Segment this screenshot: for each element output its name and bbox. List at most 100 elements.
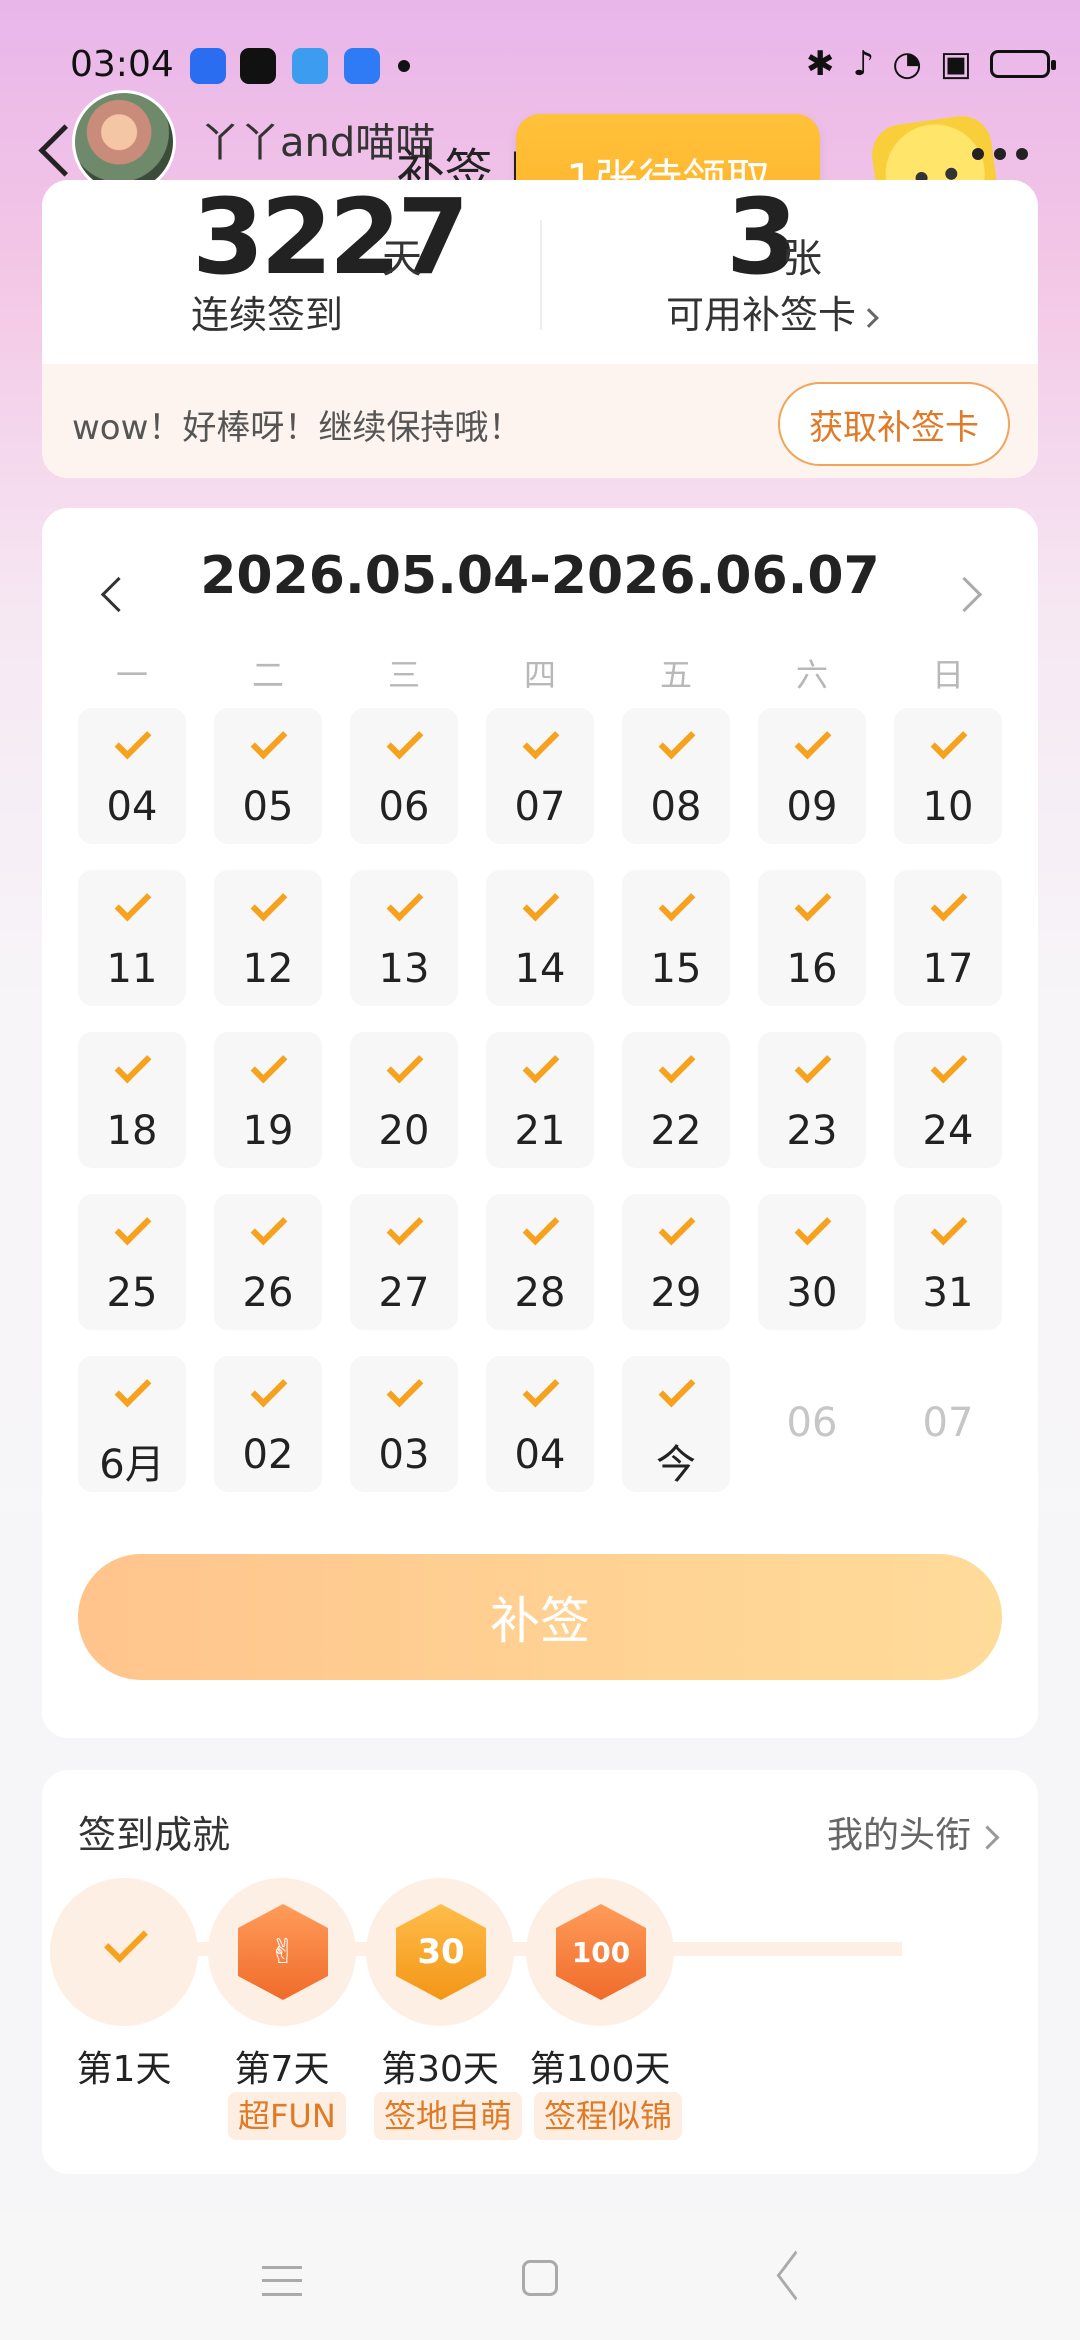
day-number: 05 — [242, 784, 294, 830]
encourage-bar: wow！好棒呀！继续保持哦！ 获取补签卡 — [42, 364, 1038, 478]
check-icon — [114, 722, 152, 760]
day-number: 09 — [786, 784, 838, 830]
check-icon — [114, 1208, 152, 1246]
next-range-button[interactable] — [948, 562, 988, 622]
status-time: 03:04 — [70, 44, 174, 85]
more-button[interactable] — [972, 148, 1028, 160]
calendar-day[interactable]: 27 — [350, 1194, 458, 1330]
check-icon — [658, 1370, 696, 1408]
get-makeup-card-button[interactable]: 获取补签卡 — [778, 382, 1010, 466]
check-icon — [658, 1046, 696, 1084]
day-number: 31 — [922, 1270, 974, 1316]
battery-icon — [990, 50, 1056, 78]
check-icon — [386, 1046, 424, 1084]
weather-app-icon — [292, 48, 328, 84]
calendar-day[interactable]: 04 — [486, 1356, 594, 1492]
calendar-day[interactable]: 13 — [350, 870, 458, 1006]
calendar-day[interactable]: 04 — [78, 708, 186, 844]
check-icon — [250, 1370, 288, 1408]
calendar-day[interactable]: 15 — [622, 870, 730, 1006]
status-icons: ✱ ♪ ◔ ▣ — [806, 44, 1056, 84]
calendar-day[interactable]: 12 — [214, 870, 322, 1006]
calendar-day[interactable]: 14 — [486, 870, 594, 1006]
calendar-day[interactable]: 16 — [758, 870, 866, 1006]
calendar-day[interactable]: 23 — [758, 1032, 866, 1168]
check-icon — [386, 884, 424, 922]
day-number: 23 — [786, 1108, 838, 1154]
calendar-day[interactable]: 26 — [214, 1194, 322, 1330]
makeup-card-unit: 张 — [782, 236, 822, 282]
calendar-day[interactable]: 18 — [78, 1032, 186, 1168]
check-icon — [930, 1208, 968, 1246]
days-100-badge-icon: 100 — [556, 1904, 646, 2000]
calendar-day[interactable]: 22 — [622, 1032, 730, 1168]
calendar-day[interactable]: 6月 — [78, 1356, 186, 1492]
recent-apps-button[interactable] — [262, 2266, 302, 2296]
day-number: 19 — [242, 1108, 294, 1154]
makeup-card-label-row: 可用补签卡 — [522, 284, 1020, 339]
calendar-day[interactable]: 06 — [758, 1356, 866, 1492]
day-number: 26 — [242, 1270, 294, 1316]
achievement-circle — [50, 1878, 198, 2026]
day-number: 21 — [514, 1108, 566, 1154]
day-number: 04 — [106, 784, 158, 830]
weekday-label: 五 — [659, 656, 692, 694]
day-number: 02 — [242, 1432, 294, 1478]
calendar-day[interactable]: 今 — [622, 1356, 730, 1492]
calendar-day[interactable]: 11 — [78, 870, 186, 1006]
notification-dot-icon — [398, 60, 410, 72]
day-number: 30 — [786, 1270, 838, 1316]
day-number: 15 — [650, 946, 702, 992]
weekday-label: 日 — [931, 656, 964, 694]
baidu-app-icon — [190, 48, 226, 84]
calendar-day[interactable]: 31 — [894, 1194, 1002, 1330]
check-icon — [386, 1370, 424, 1408]
calendar-day[interactable]: 08 — [622, 708, 730, 844]
calendar-day[interactable]: 30 — [758, 1194, 866, 1330]
calendar-day[interactable]: 21 — [486, 1032, 594, 1168]
day-number: 22 — [650, 1108, 702, 1154]
mute-icon: ♪ — [852, 44, 875, 84]
achievements-title: 签到成就 — [78, 1813, 231, 1857]
calendar-day[interactable]: 20 — [350, 1032, 458, 1168]
check-icon — [522, 722, 560, 760]
calendar-day[interactable]: 03 — [350, 1356, 458, 1492]
calendar-day[interactable]: 25 — [78, 1194, 186, 1330]
check-icon — [522, 884, 560, 922]
makeup-card-stat[interactable]: 3 张 可用补签卡 — [540, 180, 1038, 360]
calendar-day[interactable]: 05 — [214, 708, 322, 844]
sim-icon: ▣ — [939, 44, 972, 84]
calendar-day[interactable]: 07 — [486, 708, 594, 844]
calendar-day[interactable]: 09 — [758, 708, 866, 844]
calendar-day[interactable]: 29 — [622, 1194, 730, 1330]
weekday-label: 六 — [795, 656, 828, 694]
streak-stat: 3227 天 连续签到 — [42, 180, 540, 360]
my-titles-link[interactable]: 我的头衔 — [827, 1806, 996, 1858]
calendar-day[interactable]: 24 — [894, 1032, 1002, 1168]
weekday-header: 一 二 三 四 五 六 日 — [78, 650, 1002, 696]
calendar-day[interactable]: 17 — [894, 870, 1002, 1006]
makeup-card-label: 可用补签卡 — [665, 293, 856, 337]
check-icon — [930, 722, 968, 760]
achievement-day-label: 第100天 — [529, 2049, 671, 2090]
calendar-day[interactable]: 28 — [486, 1194, 594, 1330]
browser-app-icon — [344, 48, 380, 84]
calendar-day[interactable]: 06 — [350, 708, 458, 844]
day-number: 28 — [514, 1270, 566, 1316]
calendar-day[interactable]: 07 — [894, 1356, 1002, 1492]
streak-unit: 天 — [382, 236, 422, 282]
encourage-text: wow！好棒呀！继续保持哦！ — [72, 408, 523, 448]
calendar-grid: 04 05 06 07 08 09 10 11 12 13 14 15 16 17 18 19 20 21 22 23… — [78, 708, 1002, 1492]
calendar-day[interactable]: 10 — [894, 708, 1002, 844]
day-number: 29 — [650, 1270, 702, 1316]
day-number: 10 — [922, 784, 974, 830]
calendar-day[interactable]: 02 — [214, 1356, 322, 1492]
day-number: 04 — [514, 1432, 566, 1478]
home-button[interactable] — [522, 2260, 558, 2296]
makeup-sign-button[interactable]: 补签 — [78, 1554, 1002, 1680]
tiktok-app-icon — [240, 48, 276, 84]
day-number: 今 — [656, 1442, 696, 1488]
calendar-day[interactable]: 19 — [214, 1032, 322, 1168]
day-number: 14 — [514, 946, 566, 992]
weekday-label: 三 — [387, 656, 420, 694]
